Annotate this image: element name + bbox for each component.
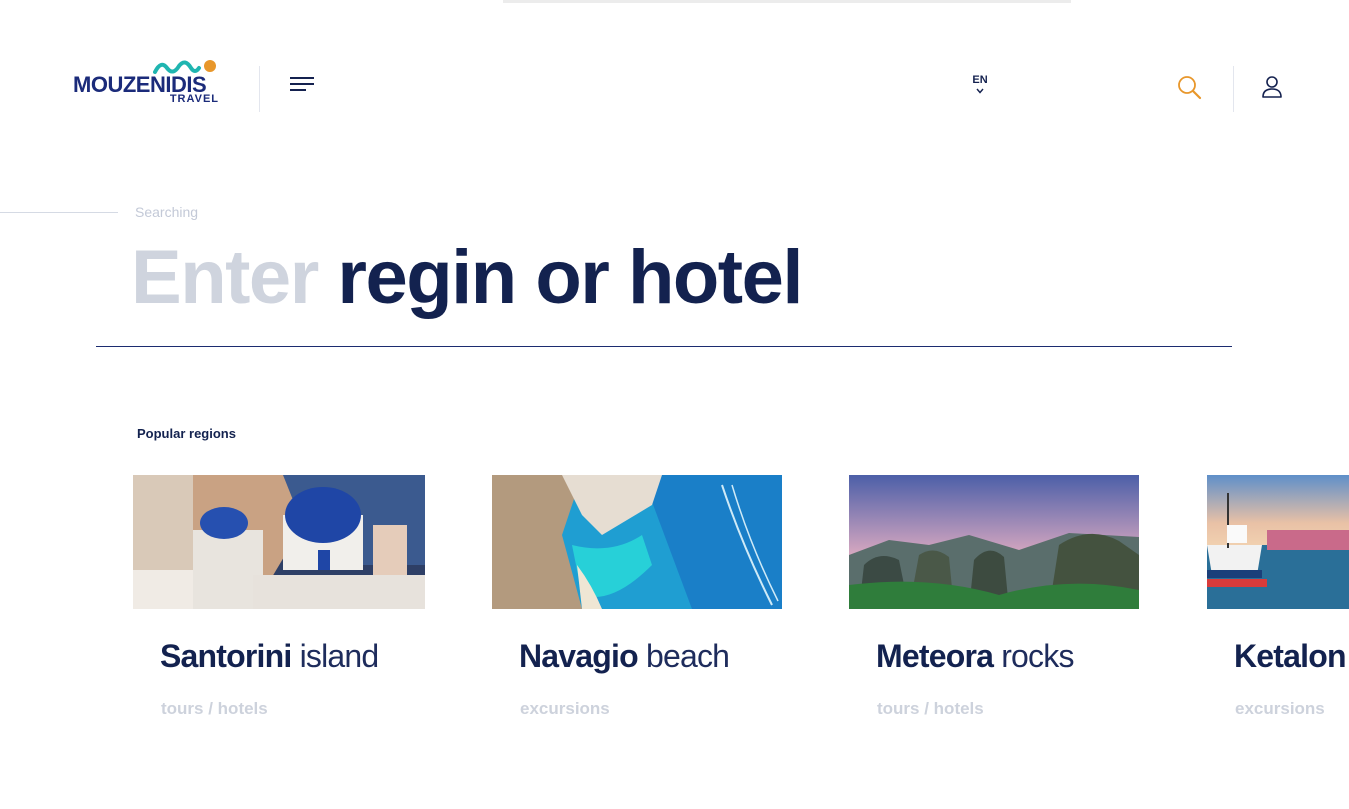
hamburger-icon xyxy=(290,77,316,91)
region-card-ketalon[interactable]: Ketalon excursions xyxy=(1207,475,1349,718)
region-name: Navagio xyxy=(519,638,639,674)
region-image-ketalon xyxy=(1207,475,1349,609)
logo-subtext: TRAVEL xyxy=(169,93,219,105)
search-placeholder-dark: regin or hotel xyxy=(337,235,803,320)
region-card-santorini[interactable]: Santorini island tours / hotels xyxy=(133,475,425,718)
region-title: Navagio beach xyxy=(519,638,730,675)
region-name: Santorini xyxy=(160,638,292,674)
account-button[interactable] xyxy=(1261,75,1283,104)
popular-regions-title: Popular regions xyxy=(137,426,236,441)
region-title: Ketalon xyxy=(1234,638,1347,675)
region-card-navagio[interactable]: Navagio beach excursions xyxy=(492,475,784,718)
region-type: beach xyxy=(645,638,730,674)
region-image-navagio xyxy=(492,475,784,609)
region-title: Santorini island xyxy=(160,638,380,675)
language-code: EN xyxy=(972,74,988,86)
language-selector[interactable]: EN xyxy=(966,74,994,94)
region-title: Meteora rocks xyxy=(876,638,1074,675)
menu-button[interactable] xyxy=(290,77,316,95)
region-subtitle: tours / hotels xyxy=(877,699,984,718)
header-divider-right xyxy=(1233,66,1234,112)
search-placeholder-light: Enter xyxy=(131,235,319,320)
region-name: Meteora xyxy=(876,638,994,674)
region-card-meteora[interactable]: Meteora rocks tours / hotels xyxy=(849,475,1141,718)
search-underline xyxy=(96,346,1232,347)
region-subtitle: excursions xyxy=(1235,699,1325,718)
region-subtitle: tours / hotels xyxy=(161,699,268,718)
region-type: island xyxy=(299,638,380,674)
region-image-meteora xyxy=(849,475,1141,609)
search-input[interactable]: Enter regin or hotel xyxy=(131,232,803,324)
region-image-santorini xyxy=(133,475,425,609)
search-icon xyxy=(1178,76,1202,100)
header-divider xyxy=(259,66,260,112)
top-scroll-indicator xyxy=(503,0,1071,3)
search-button[interactable] xyxy=(1177,75,1203,106)
region-type: rocks xyxy=(1001,638,1074,674)
user-icon xyxy=(1262,76,1282,98)
logo[interactable]: MOUZENIDIS TRAVEL xyxy=(73,58,223,108)
search-label: Searching xyxy=(135,204,199,220)
region-subtitle: excursions xyxy=(520,699,610,718)
chevron-down-icon xyxy=(976,88,984,94)
search-label-line xyxy=(0,212,118,213)
region-name: Ketalon xyxy=(1234,638,1347,674)
